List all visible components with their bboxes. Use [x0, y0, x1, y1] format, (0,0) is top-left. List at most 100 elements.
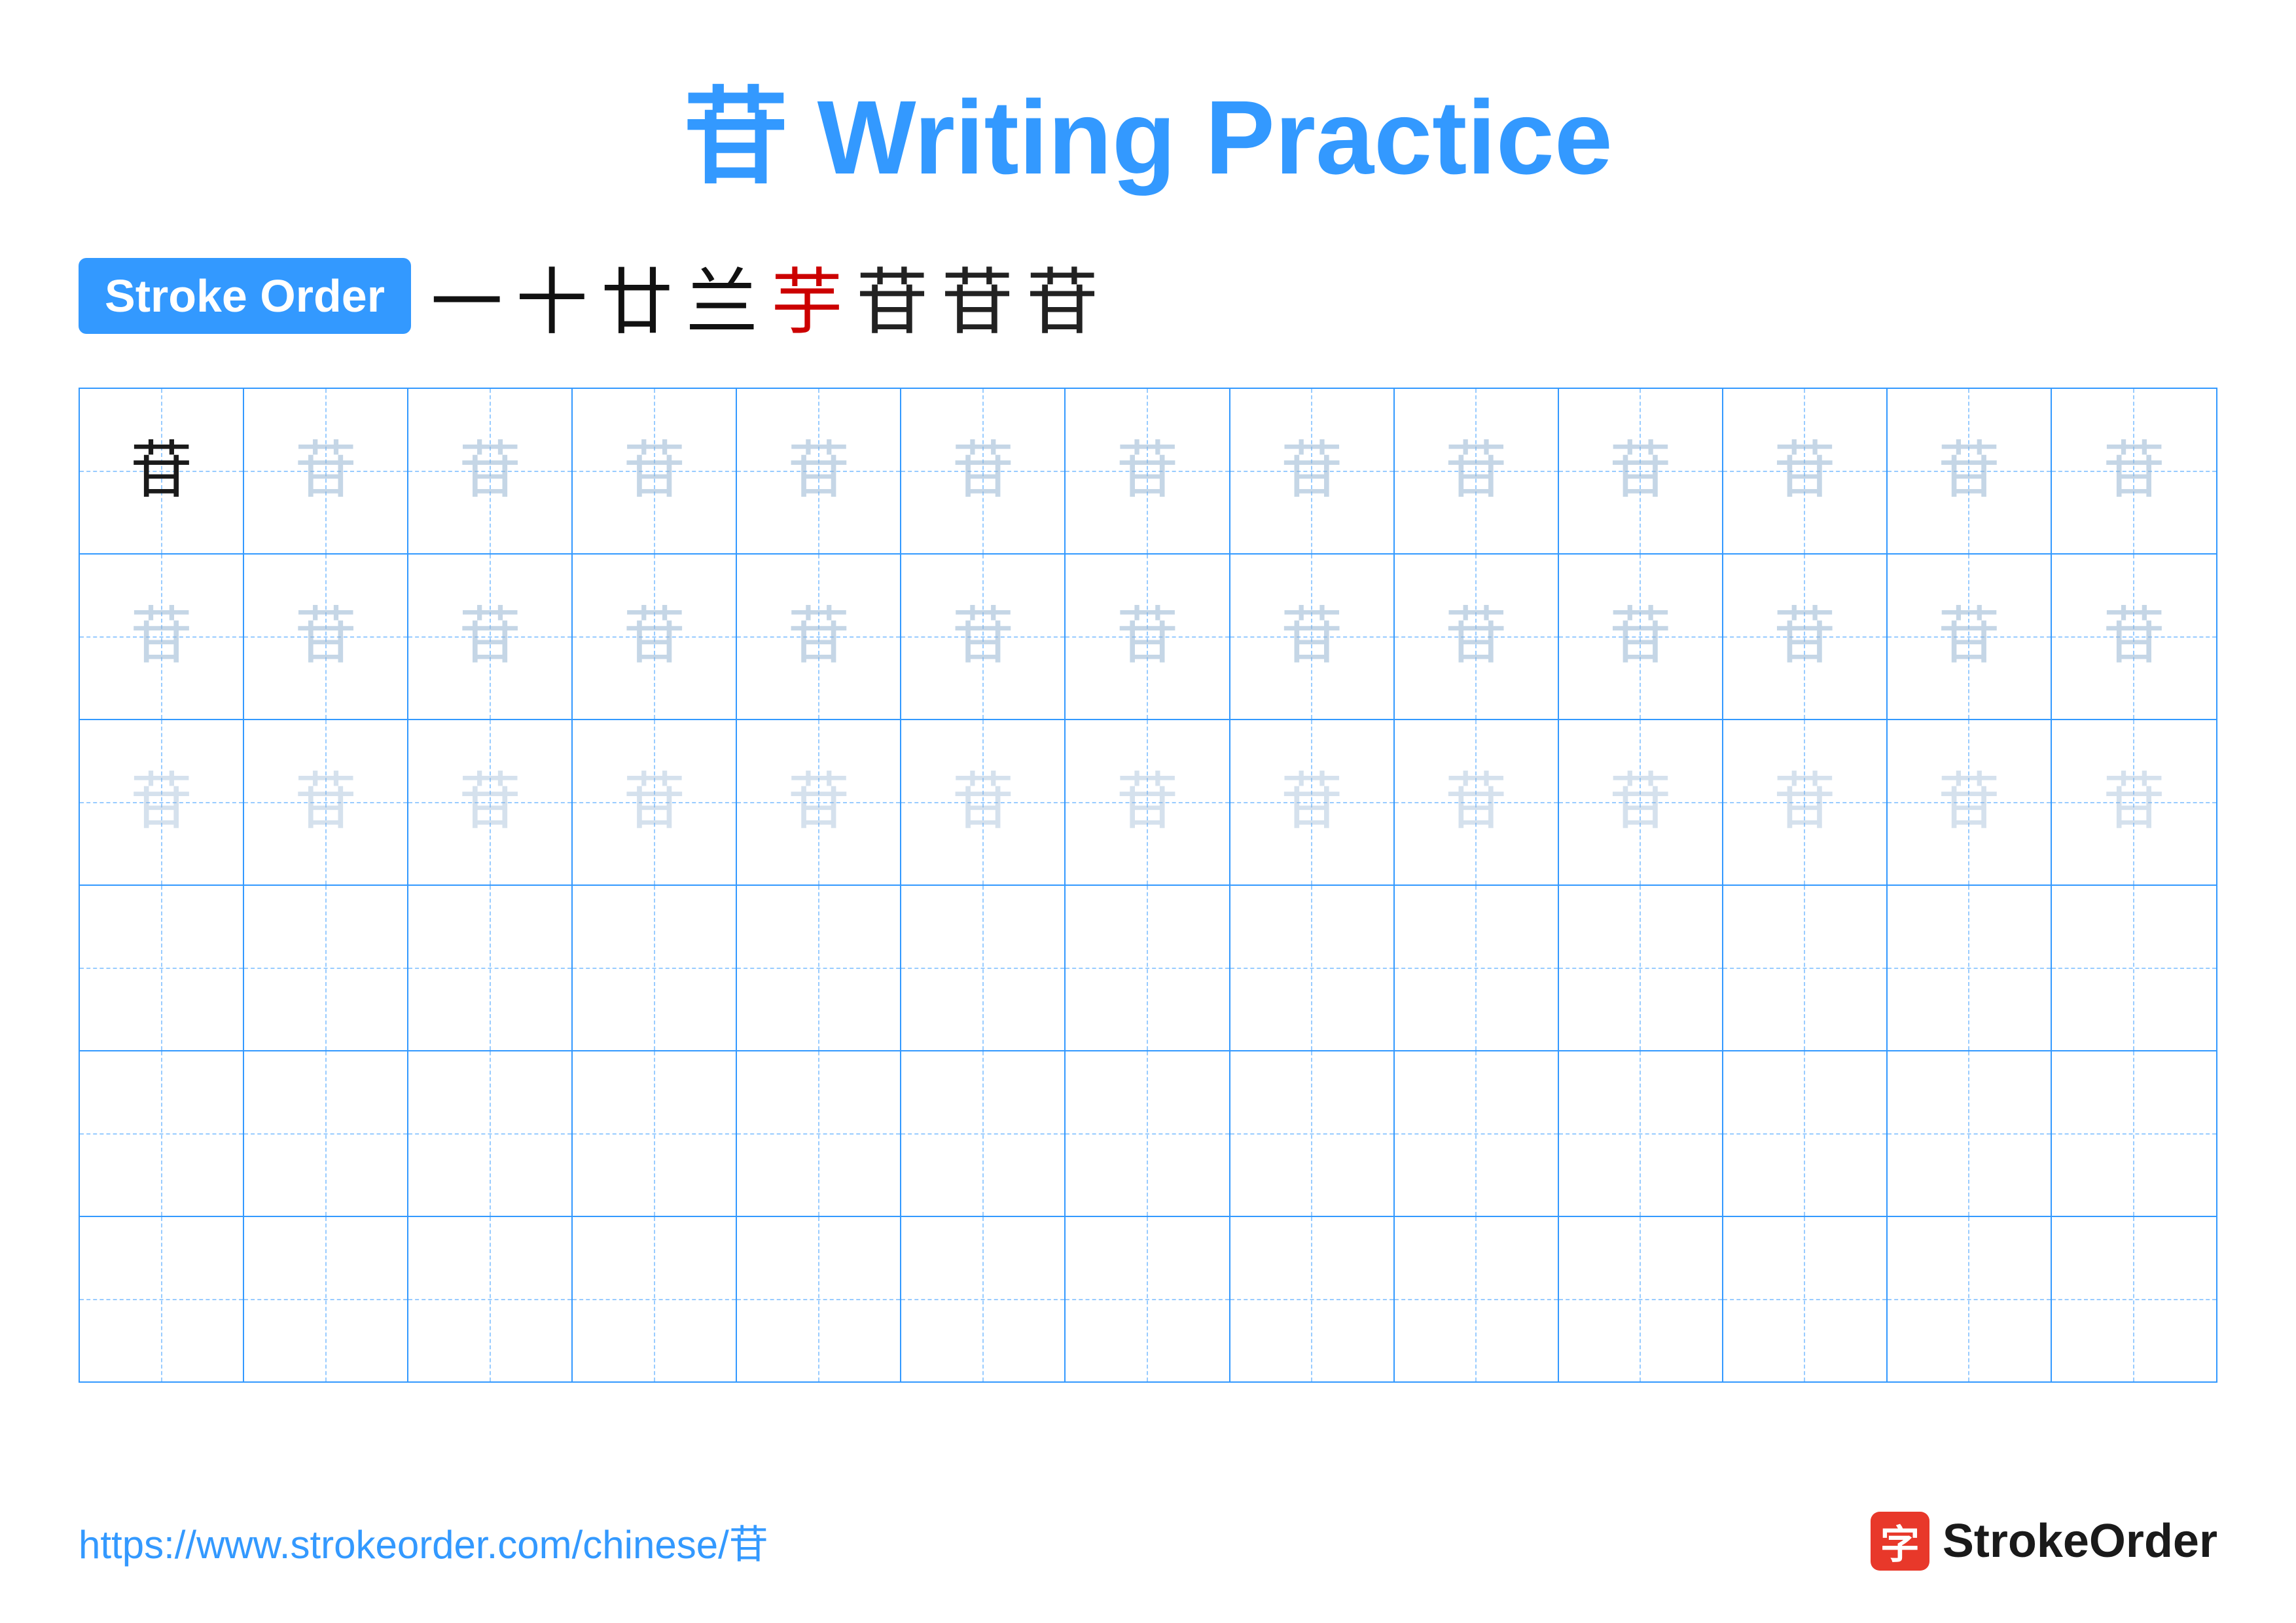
cell-3-8[interactable]: 苷 [1230, 720, 1395, 884]
cell-3-2[interactable]: 苷 [244, 720, 408, 884]
cell-2-4[interactable]: 苷 [573, 555, 737, 719]
footer: https://www.strokeorder.com/chinese/苷 字 … [79, 1512, 2217, 1571]
cell-4-8[interactable] [1230, 886, 1395, 1050]
cell-4-1[interactable] [80, 886, 244, 1050]
cell-1-3[interactable]: 苷 [408, 389, 573, 553]
cell-2-7[interactable]: 苷 [1066, 555, 1230, 719]
stroke-5: 芋 [771, 244, 843, 348]
cell-1-1[interactable]: 苷 [80, 389, 244, 553]
cell-6-4[interactable] [573, 1217, 737, 1381]
cell-1-6[interactable]: 苷 [901, 389, 1066, 553]
cell-2-13[interactable]: 苷 [2052, 555, 2216, 719]
stroke-1: 一 [431, 244, 503, 348]
stroke-2: 十 [516, 244, 588, 348]
cell-5-1[interactable] [80, 1051, 244, 1216]
cell-4-2[interactable] [244, 886, 408, 1050]
cell-3-7[interactable]: 苷 [1066, 720, 1230, 884]
cell-5-13[interactable] [2052, 1051, 2216, 1216]
cell-5-4[interactable] [573, 1051, 737, 1216]
cell-6-6[interactable] [901, 1217, 1066, 1381]
cell-5-10[interactable] [1559, 1051, 1723, 1216]
cell-6-9[interactable] [1395, 1217, 1559, 1381]
practice-grid: 苷 苷 苷 苷 苷 苷 苷 苷 苷 苷 苷 苷 苷 苷 苷 苷 苷 苷 苷 苷 … [79, 388, 2217, 1383]
cell-6-8[interactable] [1230, 1217, 1395, 1381]
cell-1-8[interactable]: 苷 [1230, 389, 1395, 553]
cell-5-8[interactable] [1230, 1051, 1395, 1216]
cell-2-2[interactable]: 苷 [244, 555, 408, 719]
cell-1-11[interactable]: 苷 [1723, 389, 1888, 553]
stroke-chars: 一 十 廿 兰 芋 苷 苷 苷 [431, 244, 1098, 348]
cell-2-6[interactable]: 苷 [901, 555, 1066, 719]
cell-1-2[interactable]: 苷 [244, 389, 408, 553]
grid-row-5 [80, 1051, 2216, 1217]
cell-1-10[interactable]: 苷 [1559, 389, 1723, 553]
strokeorder-logo-icon: 字 [1871, 1512, 1929, 1571]
cell-2-5[interactable]: 苷 [737, 555, 901, 719]
cell-4-12[interactable] [1888, 886, 2052, 1050]
stroke-7: 苷 [941, 244, 1013, 348]
cell-3-13[interactable]: 苷 [2052, 720, 2216, 884]
cell-2-1[interactable]: 苷 [80, 555, 244, 719]
grid-row-1: 苷 苷 苷 苷 苷 苷 苷 苷 苷 苷 苷 苷 苷 [80, 389, 2216, 555]
cell-6-13[interactable] [2052, 1217, 2216, 1381]
cell-3-3[interactable]: 苷 [408, 720, 573, 884]
cell-1-4[interactable]: 苷 [573, 389, 737, 553]
cell-5-3[interactable] [408, 1051, 573, 1216]
cell-6-2[interactable] [244, 1217, 408, 1381]
grid-row-2: 苷 苷 苷 苷 苷 苷 苷 苷 苷 苷 苷 苷 苷 [80, 555, 2216, 720]
cell-2-9[interactable]: 苷 [1395, 555, 1559, 719]
cell-3-6[interactable]: 苷 [901, 720, 1066, 884]
page: 苷 Writing Practice Stroke Order 一 十 廿 兰 … [0, 0, 2296, 1623]
cell-6-10[interactable] [1559, 1217, 1723, 1381]
cell-1-7[interactable]: 苷 [1066, 389, 1230, 553]
cell-2-11[interactable]: 苷 [1723, 555, 1888, 719]
cell-2-10[interactable]: 苷 [1559, 555, 1723, 719]
cell-4-7[interactable] [1066, 886, 1230, 1050]
cell-3-4[interactable]: 苷 [573, 720, 737, 884]
grid-row-4 [80, 886, 2216, 1051]
grid-row-6 [80, 1217, 2216, 1381]
cell-5-6[interactable] [901, 1051, 1066, 1216]
cell-3-12[interactable]: 苷 [1888, 720, 2052, 884]
cell-4-4[interactable] [573, 886, 737, 1050]
cell-3-9[interactable]: 苷 [1395, 720, 1559, 884]
stroke-order-badge: Stroke Order [79, 258, 411, 334]
cell-4-13[interactable] [2052, 886, 2216, 1050]
cell-4-11[interactable] [1723, 886, 1888, 1050]
stroke-4: 兰 [686, 244, 758, 348]
cell-6-1[interactable] [80, 1217, 244, 1381]
cell-6-5[interactable] [737, 1217, 901, 1381]
cell-5-9[interactable] [1395, 1051, 1559, 1216]
cell-2-8[interactable]: 苷 [1230, 555, 1395, 719]
cell-2-12[interactable]: 苷 [1888, 555, 2052, 719]
page-title: 苷 Writing Practice [79, 52, 2217, 204]
cell-5-7[interactable] [1066, 1051, 1230, 1216]
cell-3-1[interactable]: 苷 [80, 720, 244, 884]
footer-logo: 字 StrokeOrder [1871, 1512, 2217, 1571]
stroke-6: 苷 [856, 244, 928, 348]
cell-1-12[interactable]: 苷 [1888, 389, 2052, 553]
cell-6-11[interactable] [1723, 1217, 1888, 1381]
cell-6-7[interactable] [1066, 1217, 1230, 1381]
cell-6-12[interactable] [1888, 1217, 2052, 1381]
cell-4-3[interactable] [408, 886, 573, 1050]
cell-4-9[interactable] [1395, 886, 1559, 1050]
cell-4-5[interactable] [737, 886, 901, 1050]
footer-url[interactable]: https://www.strokeorder.com/chinese/苷 [79, 1513, 768, 1570]
cell-3-11[interactable]: 苷 [1723, 720, 1888, 884]
cell-1-9[interactable]: 苷 [1395, 389, 1559, 553]
footer-logo-text: StrokeOrder [1943, 1514, 2217, 1568]
cell-6-3[interactable] [408, 1217, 573, 1381]
cell-2-3[interactable]: 苷 [408, 555, 573, 719]
cell-1-13[interactable]: 苷 [2052, 389, 2216, 553]
cell-4-6[interactable] [901, 886, 1066, 1050]
cell-5-11[interactable] [1723, 1051, 1888, 1216]
cell-4-10[interactable] [1559, 886, 1723, 1050]
cell-5-12[interactable] [1888, 1051, 2052, 1216]
stroke-order-row: Stroke Order 一 十 廿 兰 芋 苷 苷 苷 [79, 244, 2217, 348]
cell-3-5[interactable]: 苷 [737, 720, 901, 884]
cell-5-5[interactable] [737, 1051, 901, 1216]
cell-3-10[interactable]: 苷 [1559, 720, 1723, 884]
cell-5-2[interactable] [244, 1051, 408, 1216]
cell-1-5[interactable]: 苷 [737, 389, 901, 553]
